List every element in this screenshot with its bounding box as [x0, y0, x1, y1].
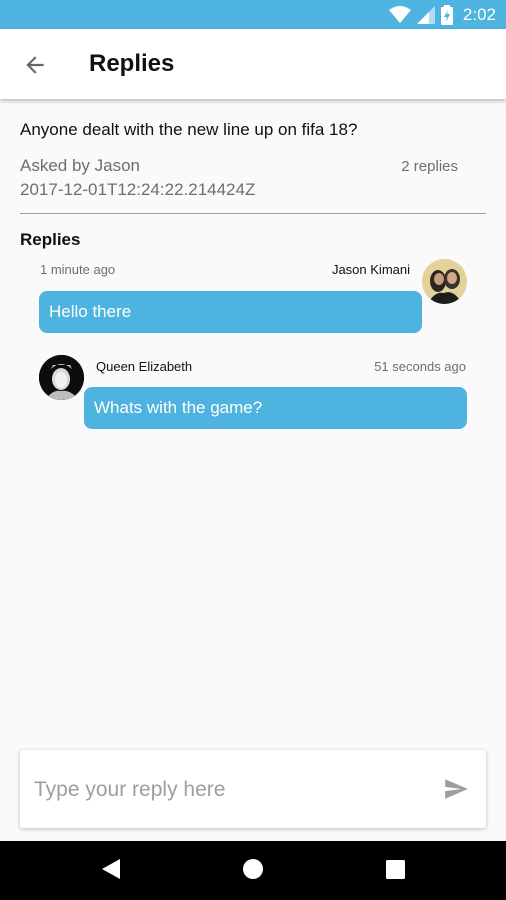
battery-icon: [440, 5, 453, 25]
avatar[interactable]: [39, 355, 84, 400]
reply-time: 51 seconds ago: [374, 359, 466, 374]
wifi-icon: [388, 6, 411, 23]
question-datetime: 2017-12-01T12:24:22.214424Z: [20, 180, 256, 199]
navigation-bar: [0, 841, 506, 900]
replies-heading: Replies: [20, 230, 81, 249]
message-bubble: Hello there: [39, 291, 422, 333]
signal-icon: [416, 6, 435, 24]
avatar-photo-icon: [422, 259, 467, 304]
reply-input[interactable]: [32, 770, 426, 810]
reply-time: 1 minute ago: [40, 262, 116, 277]
avatar-photo-icon: [39, 355, 84, 400]
reply-count: 2 replies: [401, 158, 458, 175]
home-circle-icon[interactable]: [242, 858, 264, 880]
app-bar: Replies: [0, 29, 506, 99]
recents-square-icon[interactable]: [386, 860, 405, 879]
divider: [20, 213, 486, 214]
back-triangle-icon[interactable]: [101, 858, 121, 880]
status-bar: 2:02: [0, 0, 506, 29]
status-time: 2:02: [462, 5, 496, 24]
message-bubble: Whats with the game?: [84, 387, 467, 429]
reply-composer: [20, 750, 486, 828]
arrow-left-icon[interactable]: [22, 52, 48, 78]
reply-author: Queen Elizabeth: [96, 359, 193, 374]
question-text: Anyone dealt with the new line up on fif…: [20, 120, 358, 139]
page-title: Replies: [89, 50, 175, 77]
reply-author: Jason Kimani: [331, 262, 410, 277]
status-icons: 2:02: [388, 4, 496, 26]
send-icon[interactable]: [442, 776, 470, 802]
asked-by: Asked by Jason: [20, 156, 141, 175]
avatar[interactable]: [422, 259, 467, 304]
